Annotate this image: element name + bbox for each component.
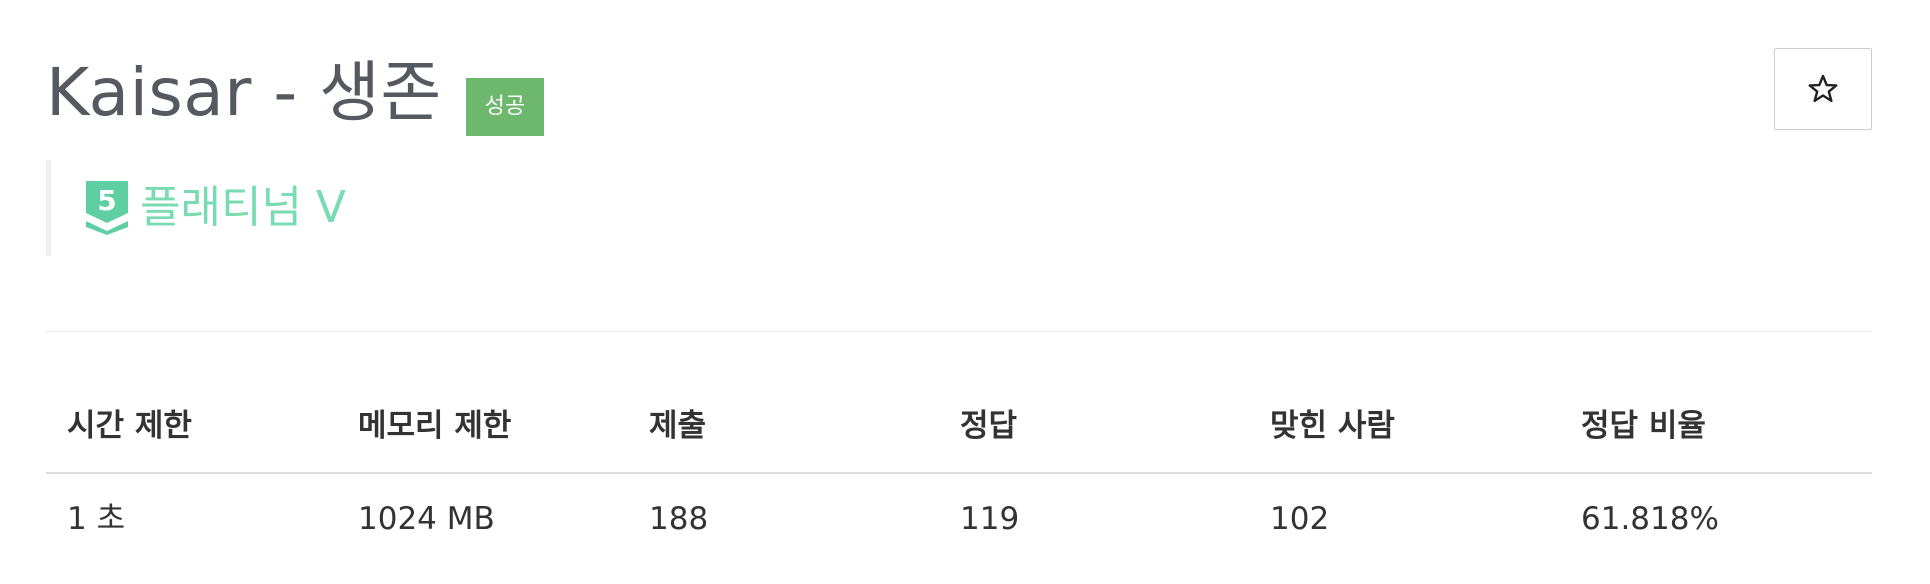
header-accepted: 정답 (960, 408, 1018, 444)
header-submissions: 제출 (649, 408, 707, 444)
platinum-tier-shield-icon: 5 (86, 181, 128, 235)
star-outline-icon (1808, 74, 1838, 103)
header-accept-ratio: 정답 비율 (1581, 408, 1706, 444)
table-header-row: 시간 제한 메모리 제한 제출 정답 맞힌 사람 정답 비율 (46, 380, 1872, 474)
header-solved-users: 맞힌 사람 (1270, 408, 1395, 444)
solved-users-value: 102 (1270, 501, 1330, 537)
tier-label: 플래티넘 V (140, 182, 347, 233)
table-row: 1 초 1024 MB 188 119 102 61.818% (46, 474, 1872, 564)
accepted-value: 119 (960, 501, 1020, 537)
section-divider (46, 331, 1872, 332)
problem-page: Kaisar - 생존 성공 5 플래티넘 V 시간 제한 메모리 제한 제출 … (0, 0, 1930, 584)
accept-ratio-value: 61.818% (1581, 501, 1719, 537)
problem-header: Kaisar - 생존 성공 (46, 48, 545, 138)
submissions-value: 188 (649, 501, 709, 537)
problem-title: Kaisar - 생존 (46, 54, 442, 131)
result-badge: 성공 (465, 78, 545, 136)
header-memory-limit: 메모리 제한 (358, 408, 512, 444)
header-time-limit: 시간 제한 (67, 408, 192, 444)
tier-block: 5 플래티넘 V (46, 160, 346, 256)
star-button[interactable] (1774, 48, 1872, 130)
problem-info-table: 시간 제한 메모리 제한 제출 정답 맞힌 사람 정답 비율 1 초 1024 … (46, 380, 1872, 564)
memory-limit-value: 1024 MB (358, 501, 495, 537)
tier-level-number: 5 (97, 184, 116, 217)
time-limit-value: 1 초 (67, 501, 126, 537)
